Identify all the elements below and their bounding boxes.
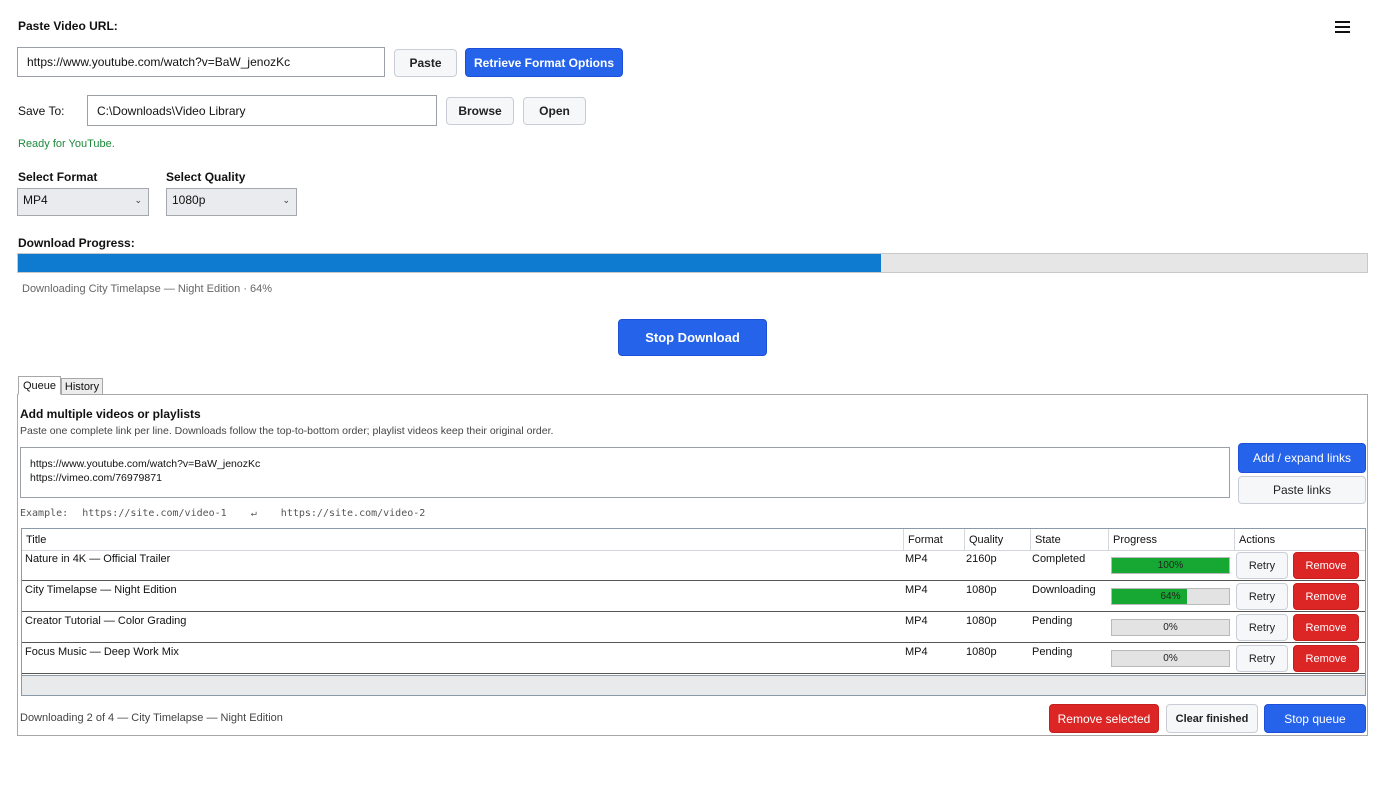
format-label: Select Format <box>18 170 98 184</box>
row-quality: 1080p <box>966 615 997 627</box>
links-textarea[interactable]: https://www.youtube.com/watch?v=BaW_jeno… <box>20 447 1230 498</box>
ready-status: Ready for YouTube. <box>18 138 115 150</box>
paste-button[interactable]: Paste <box>394 49 457 77</box>
row-title: City Timelapse — Night Edition <box>25 584 177 596</box>
column-actions[interactable]: Actions <box>1234 529 1365 550</box>
row-quality: 1080p <box>966 646 997 658</box>
row-quality: 2160p <box>966 553 997 565</box>
example-label: Example: <box>20 508 69 519</box>
example-link-1: https://site.com/video-1 <box>82 508 227 519</box>
example-arrow-icon: ↵ <box>250 508 257 519</box>
row-format: MP4 <box>905 615 928 627</box>
remove-button[interactable]: Remove <box>1293 583 1359 610</box>
open-button[interactable]: Open <box>523 97 586 125</box>
remove-selected-button[interactable]: Remove selected <box>1049 704 1159 733</box>
paste-links-button[interactable]: Paste links <box>1238 476 1366 504</box>
column-format[interactable]: Format <box>903 529 964 550</box>
format-select[interactable]: MP4 ⌄ <box>17 188 149 216</box>
table-row[interactable]: Creator Tutorial — Color Grading MP4 108… <box>22 612 1365 643</box>
row-state: Downloading <box>1032 584 1096 596</box>
tab-queue[interactable]: Queue <box>18 376 61 395</box>
url-input[interactable]: https://www.youtube.com/watch?v=BaW_jeno… <box>17 47 385 77</box>
stop-queue-button[interactable]: Stop queue <box>1264 704 1366 733</box>
retrieve-format-button[interactable]: Retrieve Format Options <box>465 48 623 77</box>
row-format: MP4 <box>905 646 928 658</box>
example-text: Example: https://site.com/video-1 ↵ http… <box>20 508 425 519</box>
chevron-down-icon: ⌄ <box>282 195 290 205</box>
column-title[interactable]: Title <box>22 529 903 550</box>
browse-button[interactable]: Browse <box>446 97 514 125</box>
row-progress-label: 64% <box>1160 591 1181 602</box>
column-progress[interactable]: Progress <box>1108 529 1234 550</box>
retry-button[interactable]: Retry <box>1236 583 1288 610</box>
download-progress-fill <box>18 254 882 272</box>
retry-button[interactable]: Retry <box>1236 614 1288 641</box>
queue-footer-status: Downloading 2 of 4 — City Timelapse — Ni… <box>20 712 283 724</box>
row-progress-bar: 0% <box>1111 650 1230 667</box>
table-horizontal-scrollbar[interactable] <box>22 675 1365 695</box>
row-progress-label: 0% <box>1163 653 1178 664</box>
quality-select[interactable]: 1080p ⌄ <box>166 188 297 216</box>
format-value: MP4 <box>23 193 48 207</box>
quality-label: Select Quality <box>166 170 246 184</box>
add-expand-links-button[interactable]: Add / expand links <box>1238 443 1366 473</box>
queue-heading: Add multiple videos or playlists <box>20 407 201 421</box>
table-row[interactable]: City Timelapse — Night Edition MP4 1080p… <box>22 581 1365 612</box>
clear-finished-button[interactable]: Clear finished <box>1166 704 1258 733</box>
column-state[interactable]: State <box>1030 529 1108 550</box>
row-progress-bar: 0% <box>1111 619 1230 636</box>
example-link-2: https://site.com/video-2 <box>280 508 426 519</box>
retry-button[interactable]: Retry <box>1236 552 1288 579</box>
row-state: Pending <box>1032 646 1073 658</box>
row-progress-label: 100% <box>1157 560 1184 571</box>
row-format: MP4 <box>905 553 928 565</box>
quality-value: 1080p <box>172 193 206 207</box>
download-progress-detail: Downloading City Timelapse — Night Editi… <box>22 283 273 295</box>
queue-table-header: Title Format Quality State Progress Acti… <box>22 529 1365 551</box>
queue-hint: Paste one complete link per line. Downlo… <box>20 425 554 437</box>
retry-button[interactable]: Retry <box>1236 645 1288 672</box>
row-title: Creator Tutorial — Color Grading <box>25 615 187 627</box>
column-quality[interactable]: Quality <box>964 529 1030 550</box>
stop-download-button[interactable]: Stop Download <box>618 319 767 356</box>
save-to-label: Save To: <box>18 104 65 118</box>
queue-panel: Add multiple videos or playlists Paste o… <box>17 394 1368 736</box>
save-path-input[interactable]: C:\Downloads\Video Library <box>87 95 437 126</box>
row-state: Completed <box>1032 553 1086 565</box>
remove-button[interactable]: Remove <box>1293 645 1359 672</box>
download-progress-bar <box>17 253 1368 273</box>
row-quality: 1080p <box>966 584 997 596</box>
url-label: Paste Video URL: <box>18 19 118 33</box>
row-progress-label: 0% <box>1163 622 1178 633</box>
download-progress-label: Download Progress: <box>18 236 135 250</box>
hamburger-menu-icon[interactable] <box>1335 21 1350 33</box>
row-format: MP4 <box>905 584 928 596</box>
table-row[interactable]: Focus Music — Deep Work Mix MP4 1080p Pe… <box>22 643 1365 674</box>
row-state: Pending <box>1032 615 1073 627</box>
remove-button[interactable]: Remove <box>1293 552 1359 579</box>
row-title: Focus Music — Deep Work Mix <box>25 646 179 658</box>
row-title: Nature in 4K — Official Trailer <box>25 553 171 565</box>
chevron-down-icon: ⌄ <box>134 195 142 205</box>
queue-table: Title Format Quality State Progress Acti… <box>21 528 1366 696</box>
row-progress-bar: 100% <box>1111 557 1230 574</box>
tab-history[interactable]: History <box>61 378 103 395</box>
table-row[interactable]: Nature in 4K — Official Trailer MP4 2160… <box>22 550 1365 581</box>
row-progress-bar: 64% <box>1111 588 1230 605</box>
remove-button[interactable]: Remove <box>1293 614 1359 641</box>
